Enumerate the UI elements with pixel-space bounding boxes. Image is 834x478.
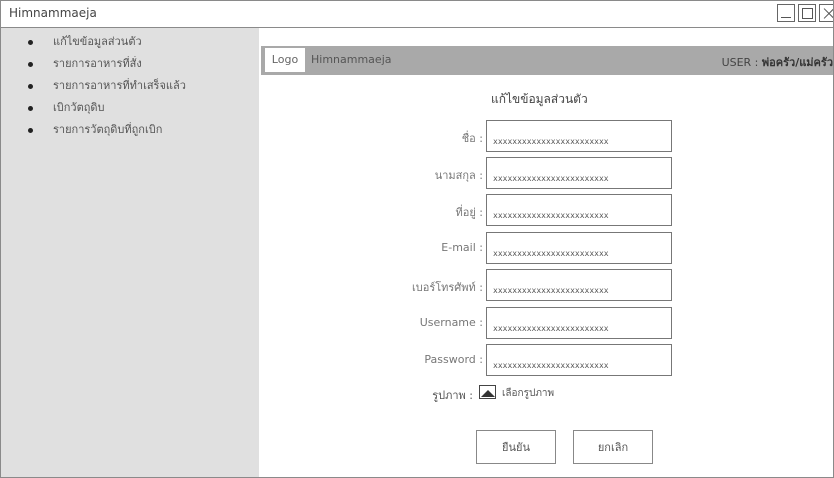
choose-photo-link[interactable]: เลือกรูปภาพ xyxy=(502,386,554,401)
header-bar: Logo Himnammaeja USER : พ่อครัว/แม่ครัว xyxy=(261,46,833,75)
last-name-label: นามสกุล : xyxy=(434,169,483,182)
address-field[interactable] xyxy=(486,194,672,226)
image-icon[interactable] xyxy=(479,385,496,399)
form-row-username: Username : xyxy=(261,307,833,339)
form-row-address: ที่อยู่ : xyxy=(261,194,833,226)
form-title: แก้ไขข้อมูลส่วนตัว xyxy=(491,92,588,106)
window-title: Himnammaeja xyxy=(9,6,97,20)
email-field[interactable] xyxy=(486,232,672,264)
address-label: ที่อยู่ : xyxy=(455,206,483,219)
sidebar-item-edit-profile[interactable]: แก้ไขข้อมูลส่วนตัว xyxy=(1,34,259,56)
form-row-phone: เบอร์โทรศัพท์ : xyxy=(261,269,833,301)
photo-label: รูปภาพ : xyxy=(432,389,473,402)
sidebar-menu: แก้ไขข้อมูลส่วนตัว รายการอาหารที่สั่ง รา… xyxy=(1,28,259,144)
user-prefix: USER : xyxy=(721,56,762,69)
username-field[interactable] xyxy=(486,307,672,339)
password-label: Password : xyxy=(424,353,483,366)
form-row-last-name: นามสกุล : xyxy=(261,157,833,189)
form-row-password: Password : xyxy=(261,344,833,376)
last-name-field[interactable] xyxy=(486,157,672,189)
first-name-field[interactable] xyxy=(486,120,672,152)
photo-row: รูปภาพ : เลือกรูปภาพ xyxy=(261,384,833,404)
maximize-icon[interactable] xyxy=(798,4,816,22)
confirm-button[interactable]: ยืนยัน xyxy=(476,430,556,464)
form-row-email: E-mail : xyxy=(261,232,833,264)
close-icon[interactable] xyxy=(819,4,833,22)
user-name: พ่อครัว/แม่ครัว xyxy=(761,56,833,69)
sidebar-item-finished-food[interactable]: รายการอาหารที่ทำเสร็จแล้ว xyxy=(1,78,259,100)
main-content: Logo Himnammaeja USER : พ่อครัว/แม่ครัว … xyxy=(261,28,833,477)
logo: Logo xyxy=(265,48,305,72)
app-name: Himnammaeja xyxy=(311,53,392,66)
cancel-button[interactable]: ยกเลิก xyxy=(573,430,653,464)
minimize-icon[interactable] xyxy=(777,4,795,22)
phone-label: เบอร์โทรศัพท์ : xyxy=(411,281,483,294)
sidebar-item-ordered-food[interactable]: รายการอาหารที่สั่ง xyxy=(1,56,259,78)
sidebar: แก้ไขข้อมูลส่วนตัว รายการอาหารที่สั่ง รา… xyxy=(1,28,259,477)
first-name-label: ชื่อ : xyxy=(461,132,483,145)
password-field[interactable] xyxy=(486,344,672,376)
app-window: Himnammaeja แก้ไขข้อมูลส่วนตัว รายการอาห… xyxy=(0,0,834,478)
title-bar: Himnammaeja xyxy=(1,1,833,28)
email-label: E-mail : xyxy=(441,241,483,254)
phone-field[interactable] xyxy=(486,269,672,301)
form-row-first-name: ชื่อ : xyxy=(261,120,833,152)
user-info: USER : พ่อครัว/แม่ครัว xyxy=(722,53,833,71)
sidebar-item-withdraw-ingredients[interactable]: เบิกวัตถุดิบ xyxy=(1,100,259,122)
username-label: Username : xyxy=(419,316,483,329)
sidebar-item-withdrawn-ingredients[interactable]: รายการวัตถุดิบที่ถูกเบิก xyxy=(1,122,259,144)
